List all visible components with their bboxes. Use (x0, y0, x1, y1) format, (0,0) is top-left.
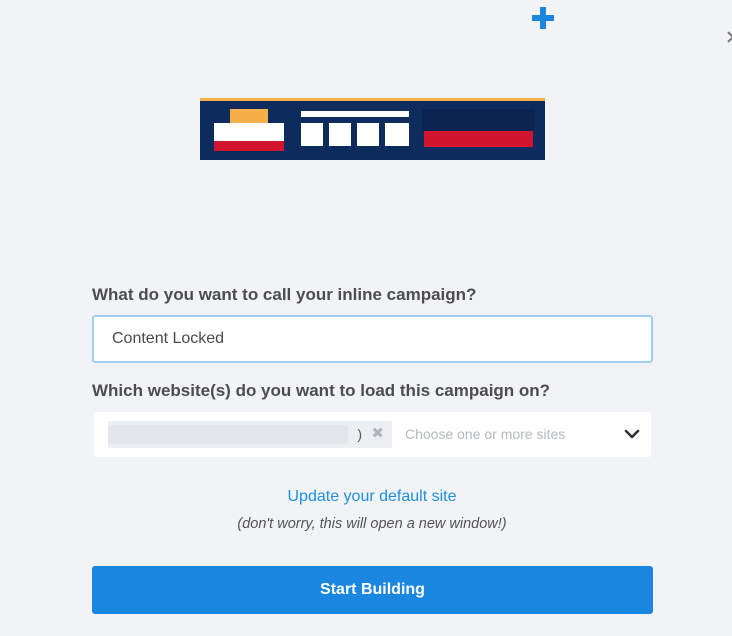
close-icon[interactable] (726, 26, 732, 52)
campaign-name-label: What do you want to call your inline cam… (92, 285, 477, 304)
selected-site-label: ) (357, 426, 362, 442)
sites-placeholder[interactable]: Choose one or more sites (405, 426, 565, 442)
redacted-site-name (108, 425, 348, 444)
new-window-note: (don't worry, this will open a new windo… (237, 516, 507, 532)
update-default-site-link[interactable]: Update your default site (0, 488, 732, 506)
campaign-banner-image (200, 98, 545, 160)
selected-site-tag: ) ✖ (108, 421, 392, 448)
start-building-button[interactable]: Start Building (92, 566, 653, 614)
chevron-down-icon[interactable] (623, 425, 641, 443)
website-select-label: Which website(s) do you want to load thi… (92, 381, 551, 400)
close-icon[interactable]: ✖ (371, 424, 384, 442)
add-button[interactable] (531, 6, 555, 30)
website-multiselect[interactable]: ) ✖ Choose one or more sites (94, 412, 651, 457)
plus-icon (532, 7, 554, 29)
campaign-name-input[interactable] (92, 315, 653, 363)
